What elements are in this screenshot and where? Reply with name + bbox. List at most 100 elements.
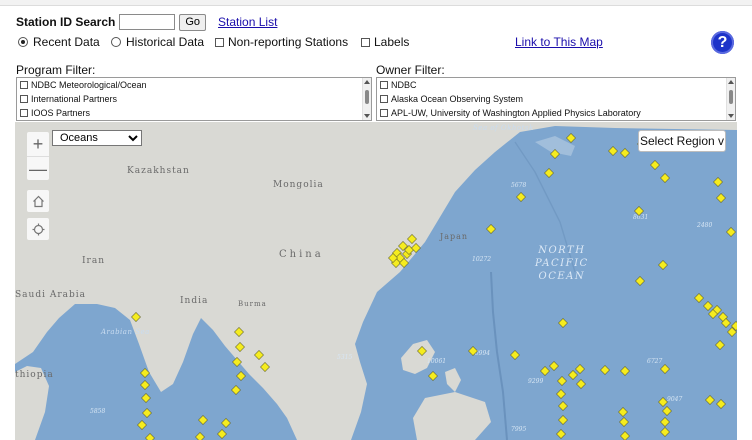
basemap-layer-select[interactable]: Oceans (52, 130, 142, 146)
scroll-up-icon[interactable] (728, 80, 734, 84)
program-filter-item[interactable]: NDBC Meteorological/Ocean (17, 78, 371, 92)
recent-data-option[interactable]: Recent Data (18, 35, 100, 49)
station-marker[interactable] (231, 385, 241, 395)
station-marker[interactable] (568, 370, 578, 380)
go-button[interactable]: Go (179, 13, 207, 31)
station-marker[interactable] (260, 362, 270, 372)
station-marker[interactable] (660, 364, 670, 374)
nonreporting-option[interactable]: Non-reporting Stations (215, 35, 348, 49)
labels-option[interactable]: Labels (361, 35, 409, 49)
station-marker[interactable] (516, 192, 526, 202)
station-marker[interactable] (234, 327, 244, 337)
station-marker[interactable] (235, 342, 245, 352)
station-marker[interactable] (600, 365, 610, 375)
station-marker[interactable] (634, 206, 644, 216)
station-marker[interactable] (576, 379, 586, 389)
owner-filter-list[interactable]: NDBC Alaska Ocean Observing System APL-U… (376, 77, 736, 121)
station-marker[interactable] (716, 399, 726, 409)
station-marker[interactable] (662, 406, 672, 416)
station-marker[interactable] (254, 350, 264, 360)
station-marker[interactable] (145, 433, 155, 440)
station-marker[interactable] (620, 366, 630, 376)
station-marker[interactable] (549, 361, 559, 371)
program-filter-item[interactable]: International Partners (17, 92, 371, 106)
station-marker[interactable] (608, 146, 618, 156)
help-button[interactable]: ? (711, 31, 734, 54)
zoom-out-button[interactable]: — (27, 156, 49, 180)
zoom-in-button[interactable]: + (27, 132, 49, 156)
station-marker[interactable] (236, 371, 246, 381)
station-marker[interactable] (142, 408, 152, 418)
station-marker[interactable] (658, 260, 668, 270)
station-marker[interactable] (703, 301, 713, 311)
station-marker[interactable] (198, 415, 208, 425)
historical-data-option[interactable]: Historical Data (111, 35, 204, 49)
station-marker[interactable] (417, 346, 427, 356)
station-map[interactable]: Kazakhstan Mongolia China Iran Saudi Ara… (15, 122, 737, 440)
station-marker[interactable] (716, 193, 726, 203)
station-marker[interactable] (140, 380, 150, 390)
scroll-down-icon[interactable] (728, 114, 734, 118)
program-filter-scrollbar[interactable] (362, 78, 371, 120)
station-marker[interactable] (540, 366, 550, 376)
station-marker[interactable] (575, 364, 585, 374)
station-marker[interactable] (195, 432, 205, 440)
link-to-map[interactable]: Link to This Map (515, 35, 603, 49)
station-marker[interactable] (658, 397, 668, 407)
station-marker[interactable] (486, 224, 496, 234)
owner-filter-scrollbar[interactable] (726, 78, 735, 120)
station-marker[interactable] (141, 393, 151, 403)
nonreporting-checkbox[interactable] (215, 37, 224, 47)
station-marker[interactable] (620, 431, 630, 440)
station-marker[interactable] (650, 160, 660, 170)
station-marker[interactable] (566, 133, 576, 143)
scroll-thumb[interactable] (729, 90, 733, 104)
station-marker[interactable] (556, 389, 566, 399)
station-marker[interactable] (635, 276, 645, 286)
station-marker[interactable] (140, 368, 150, 378)
station-marker[interactable] (558, 401, 568, 411)
station-marker[interactable] (715, 340, 725, 350)
station-marker[interactable] (468, 346, 478, 356)
station-marker[interactable] (428, 371, 438, 381)
filter-checkbox[interactable] (380, 109, 388, 117)
home-button[interactable] (27, 190, 49, 212)
station-marker[interactable] (558, 318, 568, 328)
station-marker[interactable] (556, 429, 566, 439)
station-marker[interactable] (660, 417, 670, 427)
program-filter-list[interactable]: NDBC Meteorological/Ocean International … (16, 77, 372, 121)
station-marker[interactable] (713, 177, 723, 187)
station-list-link[interactable]: Station List (218, 15, 277, 29)
station-marker[interactable] (660, 427, 670, 437)
region-select[interactable]: Select Region v (638, 130, 726, 152)
station-marker[interactable] (217, 429, 227, 439)
owner-filter-item[interactable]: APL-UW, University of Washington Applied… (377, 106, 735, 120)
station-marker[interactable] (619, 417, 629, 427)
station-marker[interactable] (660, 173, 670, 183)
station-marker[interactable] (705, 395, 715, 405)
station-marker[interactable] (620, 148, 630, 158)
station-marker[interactable] (618, 407, 628, 417)
station-marker[interactable] (544, 168, 554, 178)
station-id-input[interactable] (119, 14, 176, 30)
station-marker[interactable] (694, 293, 704, 303)
station-marker[interactable] (510, 350, 520, 360)
filter-checkbox[interactable] (20, 109, 28, 117)
station-marker[interactable] (726, 227, 736, 237)
filter-checkbox[interactable] (380, 81, 388, 89)
station-marker[interactable] (232, 357, 242, 367)
locate-button[interactable] (27, 218, 49, 240)
filter-checkbox[interactable] (380, 95, 388, 103)
station-marker[interactable] (131, 312, 141, 322)
station-marker[interactable] (221, 418, 231, 428)
station-marker[interactable] (411, 243, 421, 253)
scroll-thumb[interactable] (365, 90, 369, 104)
labels-checkbox[interactable] (361, 37, 370, 47)
station-marker[interactable] (407, 234, 417, 244)
scroll-down-icon[interactable] (364, 114, 370, 118)
program-filter-item[interactable]: IOOS Partners (17, 106, 371, 120)
station-marker[interactable] (550, 149, 560, 159)
filter-checkbox[interactable] (20, 81, 28, 89)
historical-data-radio[interactable] (111, 37, 121, 47)
recent-data-radio[interactable] (18, 37, 28, 47)
